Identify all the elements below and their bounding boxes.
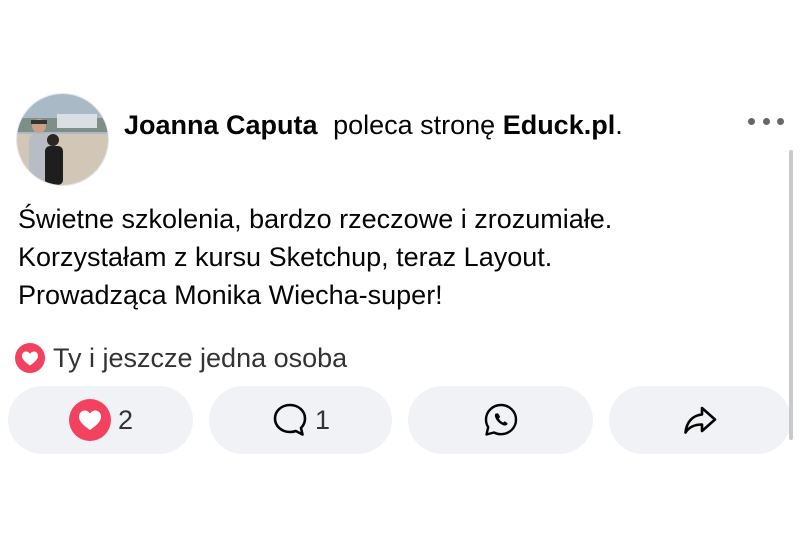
comment-button[interactable]: 1 — [209, 386, 392, 454]
more-dot-icon — [748, 117, 755, 125]
whatsapp-icon — [484, 403, 517, 436]
reactions-text: Ty i jeszcze jedna osoba — [53, 343, 348, 373]
more-options-button[interactable] — [748, 112, 784, 130]
scrollbar[interactable] — [789, 150, 793, 440]
author-avatar[interactable] — [16, 93, 109, 186]
avatar-photo — [17, 94, 108, 185]
author-name[interactable]: Joanna Caputa — [124, 110, 318, 140]
more-dot-icon — [762, 117, 770, 125]
action-text: poleca stronę — [333, 110, 496, 140]
heart-icon — [68, 399, 111, 441]
post-body: Świetne szkolenia, bardzo rzeczowe i zro… — [18, 200, 738, 314]
reactions-summary[interactable]: Ty i jeszcze jedna osoba — [14, 341, 347, 375]
post-body-line: Świetne szkolenia, bardzo rzeczowe i zro… — [18, 204, 613, 234]
share-arrow-icon — [684, 406, 717, 434]
post-body-line: Korzystałam z kursu Sketchup, teraz Layo… — [18, 242, 553, 272]
heart-reaction-icon — [15, 343, 45, 373]
like-button[interactable]: 2 — [8, 386, 193, 454]
like-count: 2 — [117, 404, 134, 435]
header-period: . — [615, 110, 623, 140]
comment-bubble-icon — [273, 403, 307, 436]
comment-count: 1 — [314, 404, 331, 435]
post-body-line: Prowadząca Monika Wiecha-super! — [18, 280, 443, 310]
share-button[interactable] — [609, 386, 791, 454]
post-card: Joanna Caputa poleca stronę Educk.pl. Św… — [0, 0, 800, 540]
whatsapp-send-button[interactable] — [408, 386, 593, 454]
more-dot-icon — [777, 117, 784, 125]
page-name[interactable]: Educk.pl — [503, 110, 616, 140]
post-header: Joanna Caputa poleca stronę Educk.pl. — [124, 109, 623, 141]
